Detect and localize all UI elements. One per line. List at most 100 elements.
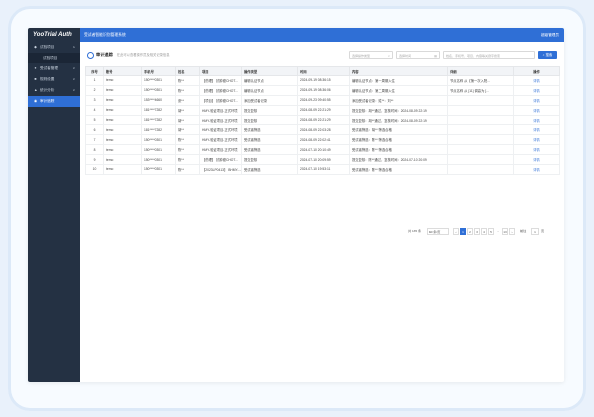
operation-type-placeholder: 选择操作类型 — [352, 54, 371, 58]
goto-page-input[interactable]: 1 — [531, 228, 539, 235]
table-cell: temo — [103, 104, 142, 116]
table-cell: 提交复核：胡**通过，复核时间：2024-08-09 22:19 — [349, 104, 448, 116]
date-picker[interactable]: 选择时间 ▦ — [396, 51, 440, 59]
table-cell: 2024-07-10 19:53:11 — [297, 164, 350, 175]
table-cell: 150****0301 — [141, 164, 176, 175]
prev-page-button[interactable]: ‹ — [453, 228, 459, 235]
detail-link[interactable]: 详情 — [513, 164, 560, 175]
column-header[interactable]: 序号 — [85, 66, 104, 76]
detail-link[interactable]: 详情 — [513, 94, 560, 106]
table-cell: 181****7282 — [141, 104, 176, 116]
table-cell: 节点名称 从 [11] 调高为 [... — [447, 84, 514, 96]
table-cell: 提交复核：胡**通过，复核时间：2024-08-09 22:19 — [349, 114, 448, 126]
chevron-up-icon: ∧ — [72, 45, 75, 49]
column-header[interactable]: 操作类型 — [241, 66, 298, 76]
sidebar-item-label: 规则设置 — [40, 77, 55, 81]
top-bar: 受试者智能识别管理系统 超级管理员 — [80, 28, 564, 42]
table-cell: 添加受试者记录：姓**：刘** — [349, 94, 448, 106]
table-cell: 编辑认证节点 — [241, 84, 298, 96]
column-header[interactable]: 时间 — [297, 66, 350, 76]
sidebar-item-audit[interactable]: ◉ 审计追踪 — [28, 96, 80, 107]
table-cell: 2024-08-09 22:21:29 — [297, 114, 350, 126]
next-page-button[interactable]: › — [509, 228, 515, 235]
page-button[interactable]: 2 — [467, 228, 473, 235]
table-cell: HMY-验证项目-正式环境 — [199, 144, 242, 156]
table-cell: 编辑认证节点 — [241, 75, 298, 86]
chart-icon: ▲ — [34, 88, 38, 92]
user-menu[interactable]: 超级管理员 — [541, 28, 559, 42]
audit-table: 序号 账号 手机号 姓名 项目 操作类型 时间 内容 详细 操作 1 temo 15… — [85, 66, 560, 175]
detail-link[interactable]: 详情 — [513, 134, 560, 146]
table-cell: 受试者筛选：胡** 筛选合格 — [349, 124, 448, 136]
app-logo: YooTrial Auth — [33, 32, 72, 38]
detail-link[interactable]: 详情 — [513, 124, 560, 136]
detail-link[interactable]: 详情 — [513, 154, 560, 166]
sidebar-item-label: 审计追踪 — [40, 99, 55, 103]
column-header[interactable]: 手机号 — [141, 66, 176, 76]
table-cell: 2024-09-23 09:40:55 — [297, 94, 350, 106]
table-cell: 2024-09-19 08:36:15 — [297, 75, 350, 86]
table-cell: 添加受试者记录 — [241, 94, 298, 106]
detail-link[interactable]: 详情 — [513, 144, 560, 156]
detail-link[interactable]: 详情 — [513, 104, 560, 116]
sidebar-nav: ◆ 试验项目 ∧ 试验项目 ● 受试者管理 ∨ ■ 规则设置 ∨ ▲ 统计分析 ∨ ◉ 审计追踪 — [28, 42, 80, 107]
table-cell: temo — [103, 75, 142, 86]
detail-link[interactable]: 详情 — [513, 75, 560, 86]
table-cell: 2 — [85, 84, 104, 96]
column-header[interactable]: 账号 — [103, 66, 142, 76]
table-cell: 胡** — [175, 104, 200, 116]
table-cell — [447, 114, 514, 126]
page-button[interactable]: 3 — [474, 228, 480, 235]
column-header[interactable]: 内容 — [349, 66, 448, 76]
calendar-icon: ▦ — [434, 54, 437, 58]
page-button[interactable]: 4 — [481, 228, 487, 235]
table-cell: 7 — [85, 134, 104, 146]
table-row: 3 temo 153****4660 张** 【项目】 抗肿瘤CHOT... 添加受试者记… — [85, 94, 560, 106]
table-cell: temo — [103, 94, 142, 106]
page-size-select[interactable]: 10 条/页 ∨ — [427, 228, 449, 235]
column-header[interactable]: 操作 — [513, 66, 560, 76]
column-header[interactable]: 项目 — [199, 66, 242, 76]
sidebar-item-label: 统计分析 — [40, 88, 55, 92]
user-icon: ● — [34, 66, 37, 70]
table-cell: 153****4660 — [141, 94, 176, 106]
table-cell: temo — [103, 114, 142, 126]
filter-bar: 选择操作类型 ∨ 选择时间 ▦ 姓名、手机号、项目、内容等关键字搜索 ⌕ 搜索 — [349, 51, 559, 60]
table-cell: 8 — [85, 144, 104, 156]
table-cell: 受试者筛选：陈** 筛选合格 — [349, 144, 448, 156]
sidebar-item-statistics[interactable]: ▲ 统计分析 ∨ — [28, 85, 80, 96]
sidebar-subitem-trials[interactable]: 试验项目 — [28, 53, 80, 63]
table-cell: 150****0301 — [141, 75, 176, 86]
sidebar-item-rules[interactable]: ■ 规则设置 ∨ — [28, 74, 80, 85]
app-window: YooTrial Auth ◆ 试验项目 ∧ 试验项目 ● 受试者管理 ∨ ■ 规则设置 ∨… — [28, 28, 564, 382]
table-cell — [447, 154, 514, 166]
page-button[interactable]: 1 — [460, 228, 466, 235]
table-cell: 节点名称 从【第一次入院... — [447, 75, 514, 86]
table-cell: 提交复核 — [241, 154, 298, 166]
table-cell: 1 — [85, 75, 104, 86]
table-cell: 150****0301 — [141, 84, 176, 96]
detail-link[interactable]: 详情 — [513, 114, 560, 126]
table-cell: 胡** — [175, 114, 200, 126]
pagination: 共 135 条 10 条/页 ∨ ‹ 1 2 3 4 5 ... 13 › 前往… — [408, 228, 558, 236]
table-cell: 陈** — [175, 75, 200, 86]
table-row: 8 temo 150****0301 陈** HMY-验证项目-正式环境 受试者筛选 202… — [85, 144, 560, 156]
column-header[interactable]: 姓名 — [175, 66, 200, 76]
table-cell: 受试者筛选 — [241, 144, 298, 156]
search-button[interactable]: ⌕ 搜索 — [538, 51, 557, 59]
table-cell: HMY-验证项目-正式环境 — [199, 104, 242, 116]
page-button[interactable]: 5 — [488, 228, 494, 235]
page-title: 审计追踪 — [96, 52, 113, 57]
table-cell — [447, 94, 514, 106]
operation-type-select[interactable]: 选择操作类型 ∨ — [349, 51, 393, 59]
table-cell: 受试者筛选 — [241, 134, 298, 146]
page-button[interactable]: 13 — [502, 228, 508, 235]
sidebar-item-subjects[interactable]: ● 受试者管理 ∨ — [28, 63, 80, 74]
table-cell — [447, 104, 514, 116]
book-icon: ■ — [34, 77, 37, 81]
detail-link[interactable]: 详情 — [513, 84, 560, 96]
column-header[interactable]: 详细 — [447, 66, 514, 76]
sidebar-item-trials[interactable]: ◆ 试验项目 ∧ — [28, 42, 80, 53]
search-input[interactable]: 姓名、手机号、项目、内容等关键字搜索 — [443, 51, 535, 59]
table-cell: 【药理】 抗肿瘤CHOT... — [199, 75, 242, 86]
